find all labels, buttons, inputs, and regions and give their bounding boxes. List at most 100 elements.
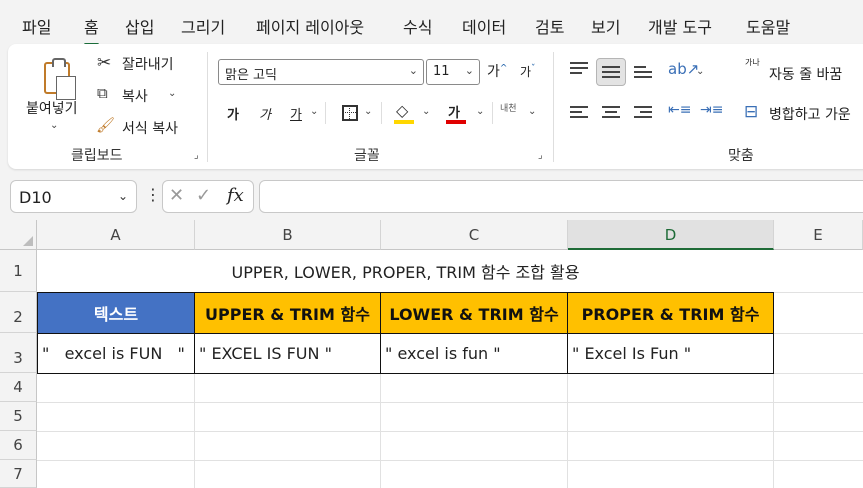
group-divider — [553, 52, 554, 162]
select-all-button[interactable] — [0, 220, 37, 250]
gridline — [37, 402, 863, 403]
shrink-font-label: 가 — [520, 65, 532, 79]
paste-doc-icon — [56, 76, 76, 100]
scissors-icon[interactable]: ✂ — [97, 53, 111, 73]
copy-button[interactable]: 복사 — [122, 86, 148, 106]
menu-tabs: 파일 홈 삽입 그리기 페이지 레이아웃 수식 데이터 검토 보기 개발 도구 … — [0, 0, 863, 46]
tab-view[interactable]: 보기 — [591, 14, 620, 38]
column-header-d[interactable]: D — [568, 220, 774, 250]
column-header-a[interactable]: A — [37, 220, 195, 250]
worksheet: A B C D E 1 2 3 4 5 6 7 UPPER, LOWER, PR… — [0, 220, 863, 488]
copy-icon[interactable]: ⧉ — [97, 84, 108, 102]
column-header-b[interactable]: B — [195, 220, 381, 250]
data-cell-d3[interactable]: " Excel Is Fun " — [567, 333, 774, 374]
font-name-combo[interactable]: 맑은 고딕 ⌄ — [218, 59, 424, 85]
format-painter-icon[interactable]: 🖌 — [96, 116, 115, 134]
tab-data[interactable]: 데이터 — [462, 14, 506, 38]
orientation-icon[interactable]: ab↗ — [668, 60, 699, 78]
cancel-icon[interactable]: ✕ — [169, 185, 184, 206]
italic-button[interactable]: 가 — [259, 104, 271, 123]
font-size-combo[interactable]: 11 ⌄ — [426, 59, 480, 85]
ribbon: 붙여넣기 ⌄ ✂ 잘라내기 ⧉ 복사 ⌄ 🖌 서식 복사 클립보드 ⌟ 맑은 고… — [8, 44, 863, 169]
underline-button[interactable]: 가 — [290, 104, 302, 123]
row-header-6[interactable]: 6 — [0, 431, 37, 460]
chevron-down-icon: ⌄ — [50, 120, 59, 131]
font-color-button[interactable]: 가 — [448, 102, 460, 121]
chevron-down-icon: ⌄ — [464, 64, 474, 77]
column-header-e[interactable]: E — [774, 220, 863, 250]
font-color-dropdown-icon[interactable]: ⌄ — [476, 106, 484, 117]
phonetic-dropdown-icon[interactable]: ⌄ — [528, 106, 536, 117]
tab-help[interactable]: 도움말 — [746, 14, 790, 38]
borders-icon[interactable] — [342, 105, 358, 121]
tab-formulas[interactable]: 수식 — [403, 14, 432, 38]
title-cell[interactable]: UPPER, LOWER, PROPER, TRIM 함수 조합 활용 — [37, 250, 774, 292]
tab-page-layout[interactable]: 페이지 레이아웃 — [256, 14, 364, 38]
fill-color-dropdown-icon[interactable]: ⌄ — [422, 106, 430, 117]
data-cell-a3[interactable]: " excel is FUN " — [37, 333, 195, 374]
increase-font-button[interactable]: 가^ — [487, 61, 507, 81]
column-header-c[interactable]: C — [381, 220, 568, 250]
wrap-text-button[interactable]: 자동 줄 바꿈 — [769, 64, 842, 84]
header-cell-upper-trim[interactable]: UPPER & TRIM 함수 — [194, 292, 381, 334]
tab-review[interactable]: 검토 — [535, 14, 564, 38]
name-box[interactable]: D10 ⌄ — [10, 180, 137, 213]
formula-actions: ✕ ✓ fx — [162, 180, 254, 213]
row-header-2[interactable]: 2 — [0, 292, 37, 333]
row-header-1[interactable]: 1 — [0, 250, 37, 292]
grow-font-label: 가 — [487, 64, 500, 80]
align-bottom-icon[interactable] — [634, 66, 652, 80]
format-painter-button[interactable]: 서식 복사 — [122, 118, 178, 138]
header-cell-proper-trim[interactable]: PROPER & TRIM 함수 — [567, 292, 774, 334]
merge-center-icon: ⊟ — [744, 102, 759, 122]
header-cell-lower-trim[interactable]: LOWER & TRIM 함수 — [380, 292, 568, 334]
paste-button[interactable]: 붙여넣기 ⌄ — [20, 50, 90, 136]
separator — [492, 102, 493, 124]
chevron-down-icon: ⌄ — [408, 64, 418, 77]
more-options-icon[interactable]: ⋮ — [145, 185, 161, 204]
align-middle-icon — [602, 66, 620, 80]
cut-button[interactable]: 잘라내기 — [122, 54, 174, 74]
decrease-indent-icon[interactable]: ⇤≡ — [668, 102, 691, 118]
phonetic-button[interactable]: 내천 — [500, 101, 517, 114]
font-color-swatch — [446, 120, 466, 124]
chevron-down-icon: ⌄ — [117, 189, 128, 203]
decrease-font-button[interactable]: 가ˇ — [520, 63, 536, 80]
bold-button[interactable]: 가 — [227, 104, 239, 123]
font-size-value: 11 — [433, 64, 450, 79]
align-left-icon[interactable] — [570, 106, 588, 120]
data-cell-b3[interactable]: " EXCEL IS FUN " — [194, 333, 381, 374]
separator — [325, 102, 326, 124]
merge-center-button[interactable]: 병합하고 가운 — [769, 104, 851, 124]
row-header-3[interactable]: 3 — [0, 333, 37, 373]
gridline — [37, 460, 863, 461]
row-header-4[interactable]: 4 — [0, 373, 37, 402]
tab-file[interactable]: 파일 — [22, 14, 51, 38]
row-header-7[interactable]: 7 — [0, 460, 37, 488]
align-top-icon[interactable] — [570, 62, 588, 76]
tab-home[interactable]: 홈 — [84, 14, 99, 46]
underline-dropdown-icon[interactable]: ⌄ — [310, 106, 318, 117]
enter-icon[interactable]: ✓ — [196, 185, 211, 206]
separator — [381, 102, 382, 124]
borders-dropdown-icon[interactable]: ⌄ — [364, 106, 372, 117]
fill-color-icon[interactable]: ◇ — [396, 101, 408, 120]
wrap-text-icon: 가나 — [745, 58, 760, 67]
orientation-dropdown-icon[interactable]: ⌄ — [696, 66, 704, 77]
tab-draw[interactable]: 그리기 — [181, 14, 225, 38]
header-cell-text[interactable]: 텍스트 — [37, 292, 195, 334]
align-middle-button[interactable] — [596, 58, 626, 86]
dialog-launcher-icon[interactable]: ⌟ — [194, 150, 199, 161]
dialog-launcher-icon[interactable]: ⌟ — [538, 150, 543, 161]
insert-function-button[interactable]: fx — [227, 185, 244, 206]
formula-input[interactable] — [259, 180, 863, 213]
group-divider — [207, 52, 208, 162]
tab-insert[interactable]: 삽입 — [125, 14, 154, 38]
copy-dropdown-icon[interactable]: ⌄ — [168, 88, 176, 99]
data-cell-c3[interactable]: " excel is fun " — [380, 333, 568, 374]
align-right-icon[interactable] — [634, 106, 652, 120]
row-header-5[interactable]: 5 — [0, 402, 37, 431]
increase-indent-icon[interactable]: ⇥≡ — [700, 102, 723, 118]
align-center-icon[interactable] — [602, 106, 620, 120]
tab-developer[interactable]: 개발 도구 — [648, 14, 712, 38]
